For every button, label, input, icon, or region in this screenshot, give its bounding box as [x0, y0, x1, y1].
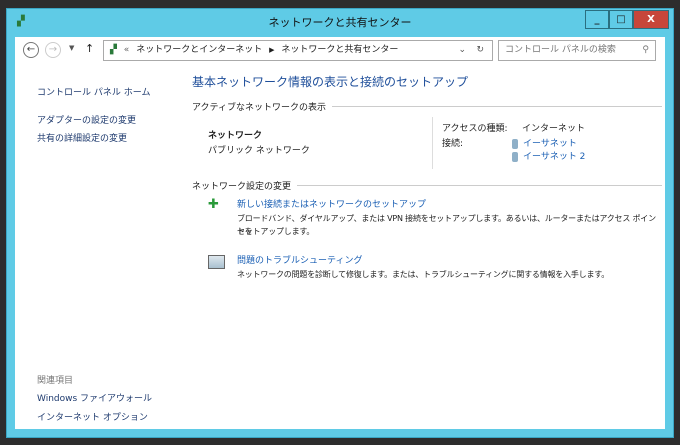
- address-row: ← → ▼ ↑ ▞ « ネットワークとインターネット ▶ ネットワークと共有セン…: [15, 37, 665, 63]
- connection-ethernet[interactable]: イーサネット: [512, 136, 577, 149]
- breadcrumb-network-internet[interactable]: ネットワークとインターネット: [136, 45, 262, 55]
- maximize-button[interactable]: □: [609, 10, 633, 29]
- search-icon: ⚲: [642, 45, 649, 55]
- overflow-chevron[interactable]: «: [124, 45, 130, 55]
- page-title: 基本ネットワーク情報の表示と接続のセットアップ: [192, 75, 469, 89]
- recent-dropdown[interactable]: ▼: [69, 44, 74, 52]
- client-area: ← → ▼ ↑ ▞ « ネットワークとインターネット ▶ ネットワークと共有セン…: [15, 37, 665, 429]
- related-heading: 関連項目: [37, 376, 74, 386]
- active-networks-heading: アクティブなネットワークの表示: [192, 100, 662, 113]
- network-icon: ▞: [110, 45, 117, 55]
- sidebar-sharing-settings[interactable]: 共有の詳細設定の変更: [37, 131, 127, 144]
- new-connection-icon: ✚: [208, 197, 219, 212]
- firewall-link[interactable]: Windows ファイアウォール: [37, 391, 152, 404]
- minimize-button[interactable]: _: [585, 10, 609, 29]
- ethernet-icon: [512, 151, 518, 162]
- sidebar-adapter-settings[interactable]: アダプターの設定の変更: [37, 113, 136, 126]
- troubleshoot-icon: [208, 255, 225, 269]
- refresh-icon[interactable]: ↻: [476, 41, 484, 60]
- connections-label: 接続:: [442, 139, 464, 149]
- window-title: ネットワークと共有センター: [268, 16, 412, 29]
- window: ▞ ネットワークと共有センター _ □ X ← → ▼ ↑ ▞ « ネットワーク…: [6, 8, 674, 438]
- chevron-down-icon[interactable]: ⌄: [458, 41, 466, 60]
- back-button[interactable]: ←: [23, 42, 39, 58]
- up-button[interactable]: ↑: [85, 42, 94, 55]
- troubleshoot-link[interactable]: 問題のトラブルシューティング: [237, 253, 362, 266]
- new-connection-link[interactable]: 新しい接続またはネットワークのセットアップ: [237, 197, 426, 210]
- network-type[interactable]: パブリック ネットワーク: [208, 143, 310, 156]
- access-type-value: インターネット: [522, 124, 586, 134]
- close-button[interactable]: X: [633, 10, 669, 29]
- chevron-right-icon[interactable]: ▶: [269, 46, 274, 54]
- network-name: ネットワーク: [208, 131, 263, 141]
- address-bar[interactable]: ▞ « ネットワークとインターネット ▶ ネットワークと共有センター ⌄ ↻: [103, 40, 493, 61]
- access-type-label: アクセスの種類:: [442, 124, 508, 134]
- internet-options-link[interactable]: インターネット オプション: [37, 410, 148, 423]
- change-settings-heading: ネットワーク設定の変更: [192, 179, 662, 192]
- new-connection-desc-2: セットアップします。: [237, 227, 315, 236]
- troubleshoot-desc: ネットワークの問題を診断して修復します。または、トラブルシューティングに関する情…: [237, 270, 610, 279]
- divider: [432, 117, 433, 169]
- breadcrumb-sharing-center[interactable]: ネットワークと共有センター: [281, 45, 398, 55]
- sidebar-home-link[interactable]: コントロール パネル ホーム: [37, 85, 150, 98]
- search-input[interactable]: コントロール パネルの検索 ⚲: [498, 40, 656, 61]
- forward-button[interactable]: →: [45, 42, 61, 58]
- ethernet-icon: [512, 138, 518, 149]
- connection-ethernet-2[interactable]: イーサネット 2: [512, 149, 585, 162]
